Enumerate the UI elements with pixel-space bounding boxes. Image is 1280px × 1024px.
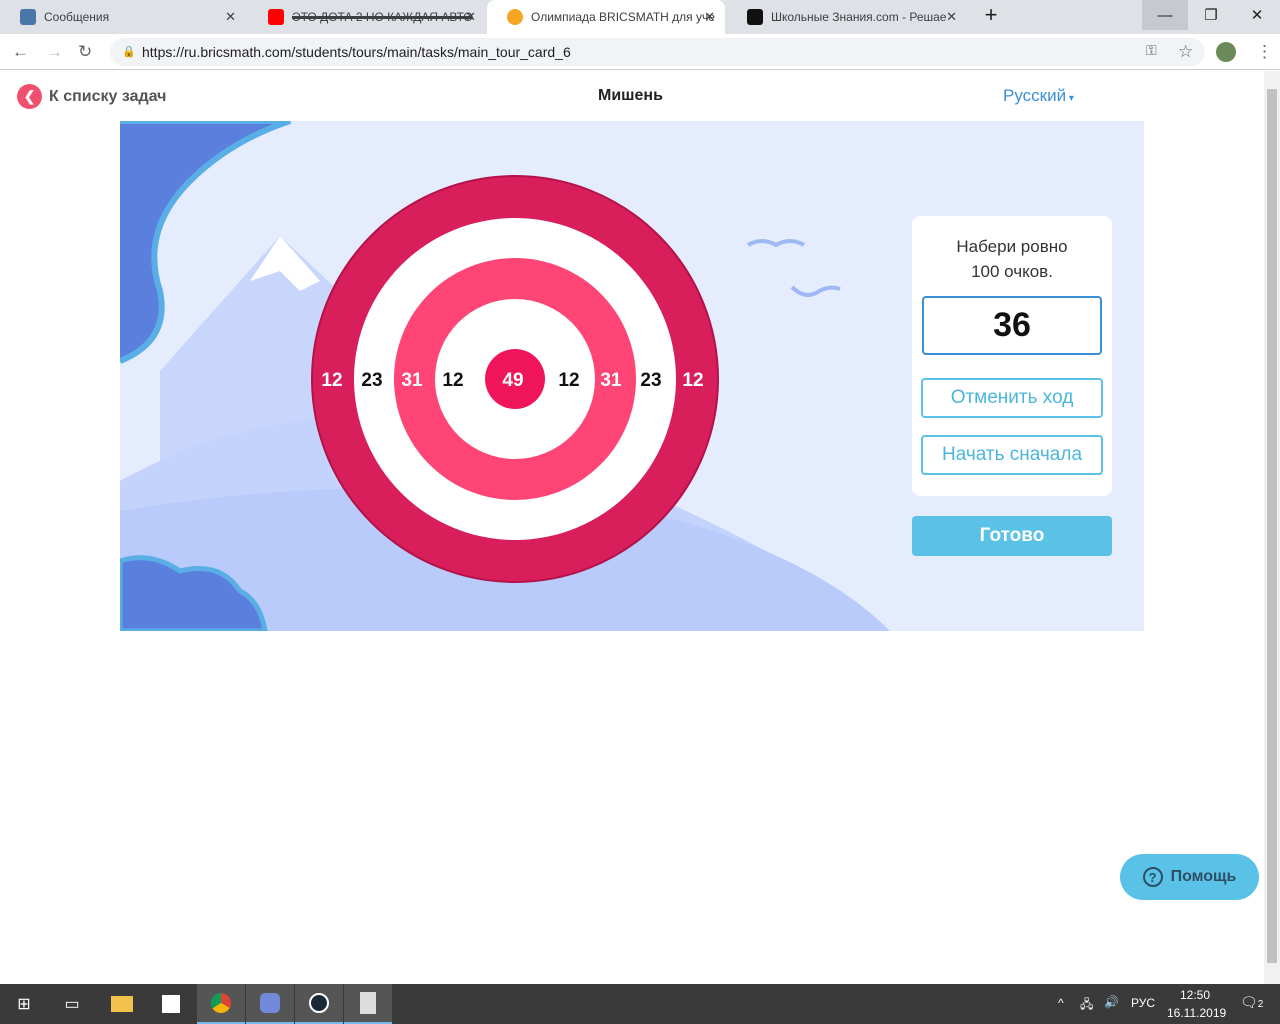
start-button[interactable]: ⊞ bbox=[0, 984, 48, 1024]
volume-icon[interactable]: 🔊 bbox=[1104, 995, 1119, 1009]
tray-chevron-icon[interactable]: ^ bbox=[1058, 996, 1064, 1010]
task-line: 100 очков. bbox=[971, 262, 1053, 281]
back-label: К списку задач bbox=[49, 87, 167, 105]
key-icon[interactable]: ⚿ bbox=[1146, 42, 1157, 59]
tab-label: Сообщения bbox=[44, 10, 110, 24]
tab-label: Школьные Знания.com - Решае bbox=[771, 10, 947, 24]
task-text: Набери ровно 100 очков. bbox=[912, 234, 1112, 284]
ring-score-label: 23 bbox=[361, 370, 383, 391]
tab-strip: Сообщения ✕ ЭТО ДОТА 2 НО КАЖДАЯ АВТО ✕ Ол… bbox=[0, 0, 1280, 34]
profile-avatar[interactable] bbox=[1216, 42, 1236, 62]
help-button[interactable]: ? Помощь bbox=[1120, 854, 1259, 900]
notification-count: 2 bbox=[1257, 999, 1264, 1010]
url-input[interactable]: 🔒 https://ru.bricsmath.com/students/tours… bbox=[110, 38, 1205, 66]
page: ❮ К списку задач Мишень Русский ▾ 12 23 3… bbox=[0, 71, 1264, 984]
file-explorer-icon[interactable] bbox=[98, 984, 146, 1024]
steam-icon[interactable] bbox=[295, 984, 343, 1024]
tab-messages[interactable]: Сообщения ✕ bbox=[0, 0, 246, 34]
tab-label: ЭТО ДОТА 2 НО КАЖДАЯ АВТО bbox=[292, 10, 473, 24]
language-label: Русский bbox=[1003, 86, 1067, 105]
tab-label: Олимпиада BRICSMATH для уче bbox=[531, 10, 715, 24]
game-scene: 12 23 31 12 49 12 31 23 12 Набери ровно 1… bbox=[120, 121, 1144, 631]
star-icon[interactable]: ☆ bbox=[1178, 42, 1193, 62]
scrollbar[interactable] bbox=[1264, 71, 1280, 984]
back-to-tasks-link[interactable]: ❮ К списку задач bbox=[17, 84, 166, 109]
taskbar: ⊞ ▭ ^ 🖧 🔊 РУС 12:50 16.11.2019 🗨2 bbox=[0, 984, 1280, 1024]
network-icon[interactable]: 🖧 bbox=[1080, 995, 1093, 1016]
ring-score-label: 12 bbox=[558, 370, 580, 391]
page-title: Мишень bbox=[598, 87, 663, 104]
restore-button[interactable]: ❐ bbox=[1188, 0, 1234, 30]
scrollbar-thumb[interactable] bbox=[1267, 89, 1277, 963]
close-tab-icon[interactable]: ✕ bbox=[946, 9, 957, 25]
tab-bricsmath[interactable]: Олимпиада BRICSMATH для уче ✕ bbox=[487, 0, 725, 34]
restart-button[interactable]: Начать сначала bbox=[921, 435, 1103, 475]
ring-score-label: 31 bbox=[600, 370, 622, 391]
ring-score-label: 12 bbox=[442, 370, 464, 391]
vk-icon bbox=[20, 9, 36, 25]
close-tab-icon[interactable]: ✕ bbox=[225, 9, 236, 25]
help-label: Помощь bbox=[1170, 868, 1237, 885]
discord-icon[interactable] bbox=[246, 984, 294, 1024]
ring-score-label: 49 bbox=[502, 370, 524, 391]
url-text: https://ru.bricsmath.com/students/tours/… bbox=[142, 44, 571, 60]
lock-icon: 🔒 bbox=[122, 46, 136, 58]
minimize-button[interactable]: — bbox=[1142, 0, 1188, 30]
back-icon[interactable]: ← bbox=[12, 42, 29, 62]
ring-score-label: 12 bbox=[321, 370, 343, 391]
task-view-icon[interactable]: ▭ bbox=[48, 984, 96, 1024]
ring-score-label: 23 bbox=[640, 370, 662, 391]
reload-icon[interactable]: ↻ bbox=[78, 42, 92, 62]
ring-score-label: 12 bbox=[682, 370, 704, 391]
forward-icon[interactable]: → bbox=[46, 42, 63, 62]
address-bar-row: ← → ↻ 🔒 https://ru.bricsmath.com/students… bbox=[0, 34, 1280, 70]
task-panel: Набери ровно 100 очков. 36 Отменить ход Н… bbox=[912, 216, 1112, 496]
store-icon[interactable] bbox=[147, 984, 195, 1024]
youtube-icon bbox=[268, 9, 284, 25]
close-window-button[interactable]: ✕ bbox=[1234, 0, 1280, 30]
language-dropdown[interactable]: Русский ▾ bbox=[1003, 86, 1074, 106]
menu-icon[interactable]: ⋮ bbox=[1256, 42, 1273, 62]
done-button[interactable]: Готово bbox=[912, 516, 1112, 556]
tab-znania[interactable]: Школьные Знания.com - Решае ✕ bbox=[727, 0, 967, 34]
score-display: 36 bbox=[922, 296, 1102, 355]
bricsmath-icon bbox=[507, 9, 523, 25]
close-tab-icon[interactable]: ✕ bbox=[465, 9, 476, 25]
notifications-icon[interactable]: 🗨2 bbox=[1240, 994, 1263, 1011]
input-language[interactable]: РУС bbox=[1131, 996, 1155, 1010]
calculator-icon[interactable] bbox=[344, 984, 392, 1024]
new-tab-button[interactable]: + bbox=[968, 0, 1014, 30]
close-tab-icon[interactable]: ✕ bbox=[704, 9, 715, 25]
undo-button[interactable]: Отменить ход bbox=[921, 378, 1103, 418]
clock-date[interactable]: 16.11.2019 bbox=[1167, 1006, 1226, 1020]
task-line: Набери ровно bbox=[956, 237, 1068, 256]
znania-icon bbox=[747, 9, 763, 25]
ring-score-label: 31 bbox=[401, 370, 423, 391]
chrome-icon[interactable] bbox=[197, 984, 245, 1024]
clock-time[interactable]: 12:50 bbox=[1180, 988, 1210, 1002]
question-icon: ? bbox=[1142, 867, 1163, 887]
tab-youtube[interactable]: ЭТО ДОТА 2 НО КАЖДАЯ АВТО ✕ bbox=[248, 0, 486, 34]
chevron-left-icon: ❮ bbox=[17, 84, 42, 109]
